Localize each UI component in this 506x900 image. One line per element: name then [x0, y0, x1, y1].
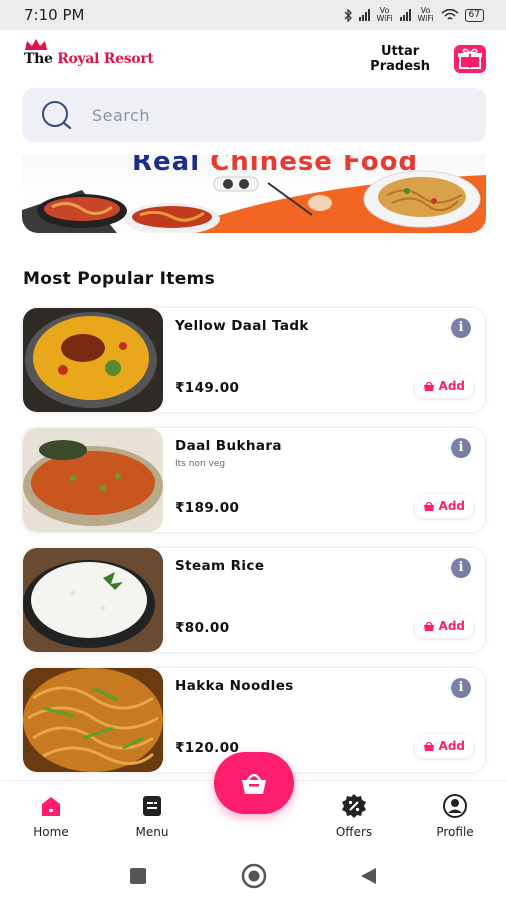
square-icon	[130, 868, 146, 884]
info-icon[interactable]: i	[451, 558, 471, 578]
gift-icon[interactable]	[454, 45, 486, 73]
status-time: 7:10 PM	[24, 6, 85, 24]
item-name: Yellow Daal Tadk	[175, 318, 309, 334]
menu-icon	[138, 793, 166, 819]
back-button[interactable]	[358, 866, 378, 890]
battery-icon: 67	[464, 8, 484, 22]
circle-icon	[241, 863, 267, 889]
popular-items-list: Yellow Daal Tadk ₹149.00 i Add Daal Bukh…	[0, 307, 506, 773]
search-input[interactable]: Search	[92, 106, 150, 125]
wifi-icon	[441, 8, 459, 20]
nav-menu[interactable]: Menu	[117, 793, 187, 839]
item-name: Steam Rice	[175, 558, 265, 574]
list-item[interactable]: Daal Bukhara Its non veg ₹189.00 i Add	[22, 427, 486, 533]
add-label: Add	[438, 379, 465, 393]
add-button[interactable]: Add	[414, 614, 473, 638]
item-price: ₹80.00	[175, 620, 230, 636]
list-item[interactable]: Yellow Daal Tadk ₹149.00 i Add	[22, 307, 486, 413]
home-system-button[interactable]	[240, 863, 268, 893]
add-label: Add	[438, 499, 465, 513]
food-image	[23, 308, 163, 412]
offers-icon	[340, 793, 368, 819]
info-icon[interactable]: i	[451, 318, 471, 338]
item-price: ₹149.00	[175, 380, 240, 396]
food-image	[23, 668, 163, 772]
add-button[interactable]: Add	[414, 734, 473, 758]
promo-banner[interactable]: Real Chinese Food	[22, 155, 486, 233]
item-description: Its non veg	[175, 459, 226, 469]
item-name: Hakka Noodles	[175, 678, 294, 694]
location-line1: Uttar	[381, 44, 420, 59]
status-bar: 7:10 PM Vo WiFi Vo WiFi 67	[0, 0, 506, 30]
search-bar[interactable]: Search	[22, 88, 486, 142]
bluetooth-icon	[344, 8, 352, 22]
item-price: ₹120.00	[175, 740, 240, 756]
location-line2: Pradesh	[370, 59, 430, 74]
add-button[interactable]: Add	[414, 494, 473, 518]
app-header: The Royal Resort Uttar Pradesh	[0, 30, 506, 88]
signal-icon-2	[399, 9, 411, 21]
item-price: ₹189.00	[175, 500, 240, 516]
nav-offers-label: Offers	[335, 825, 373, 839]
info-icon[interactable]: i	[451, 438, 471, 458]
system-nav-bar	[0, 850, 506, 900]
brand-logo[interactable]: The Royal Resort	[24, 39, 154, 67]
search-icon	[42, 101, 72, 130]
food-image	[23, 428, 163, 532]
basket-icon	[242, 773, 266, 794]
info-icon[interactable]: i	[451, 678, 471, 698]
volte-label-1: Vo WiFi	[376, 6, 393, 23]
add-label: Add	[438, 739, 465, 753]
brand-name: The Royal Resort	[24, 51, 154, 67]
nav-profile-label: Profile	[436, 825, 474, 839]
nav-menu-label: Menu	[135, 825, 169, 839]
list-item[interactable]: Steam Rice ₹80.00 i Add	[22, 547, 486, 653]
volte-label-2: Vo WiFi	[417, 6, 434, 23]
profile-icon	[441, 793, 469, 819]
food-image	[23, 548, 163, 652]
nav-profile[interactable]: Profile	[420, 793, 490, 839]
basket-icon	[423, 621, 434, 631]
banner-food-image	[22, 170, 486, 233]
recents-button[interactable]	[128, 867, 148, 889]
status-icons: Vo WiFi Vo WiFi 67	[344, 7, 484, 23]
nav-home-label: Home	[33, 825, 69, 839]
back-triangle-icon	[361, 868, 376, 884]
location-selector[interactable]: Uttar Pradesh	[370, 44, 430, 74]
nav-home[interactable]: Home	[16, 793, 86, 839]
home-icon	[37, 793, 65, 819]
cart-fab-button[interactable]	[214, 752, 294, 814]
nav-offers[interactable]: Offers	[319, 793, 389, 839]
add-button[interactable]: Add	[414, 374, 473, 398]
basket-icon	[423, 741, 434, 751]
section-title: Most Popular Items	[23, 269, 215, 289]
basket-icon	[423, 381, 434, 391]
add-label: Add	[438, 619, 465, 633]
signal-icon	[358, 9, 370, 21]
crown-icon	[25, 39, 47, 50]
item-name: Daal Bukhara	[175, 438, 282, 454]
basket-icon	[423, 501, 434, 511]
